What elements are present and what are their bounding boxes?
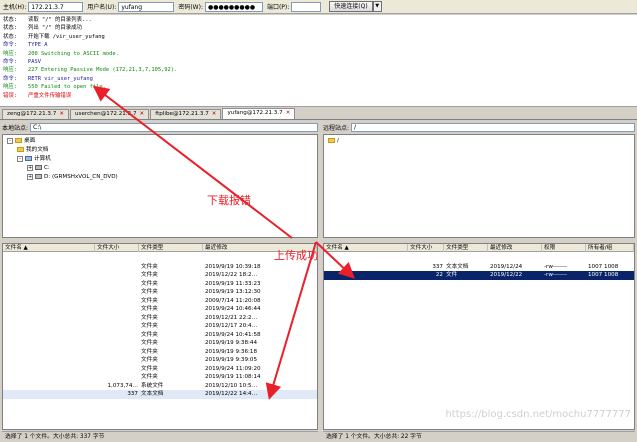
upload-arrow-a — [265, 241, 317, 400]
upload-success-annotation: 上传成功 — [274, 249, 318, 262]
upload-arrow-b — [315, 241, 355, 279]
download-error-annotation: 下载报错 — [207, 194, 251, 207]
watermark: https://blog.csdn.net/mochu7777777 — [445, 409, 631, 420]
download-error-arrow — [92, 85, 293, 239]
annotation-overlay — [92, 85, 355, 400]
